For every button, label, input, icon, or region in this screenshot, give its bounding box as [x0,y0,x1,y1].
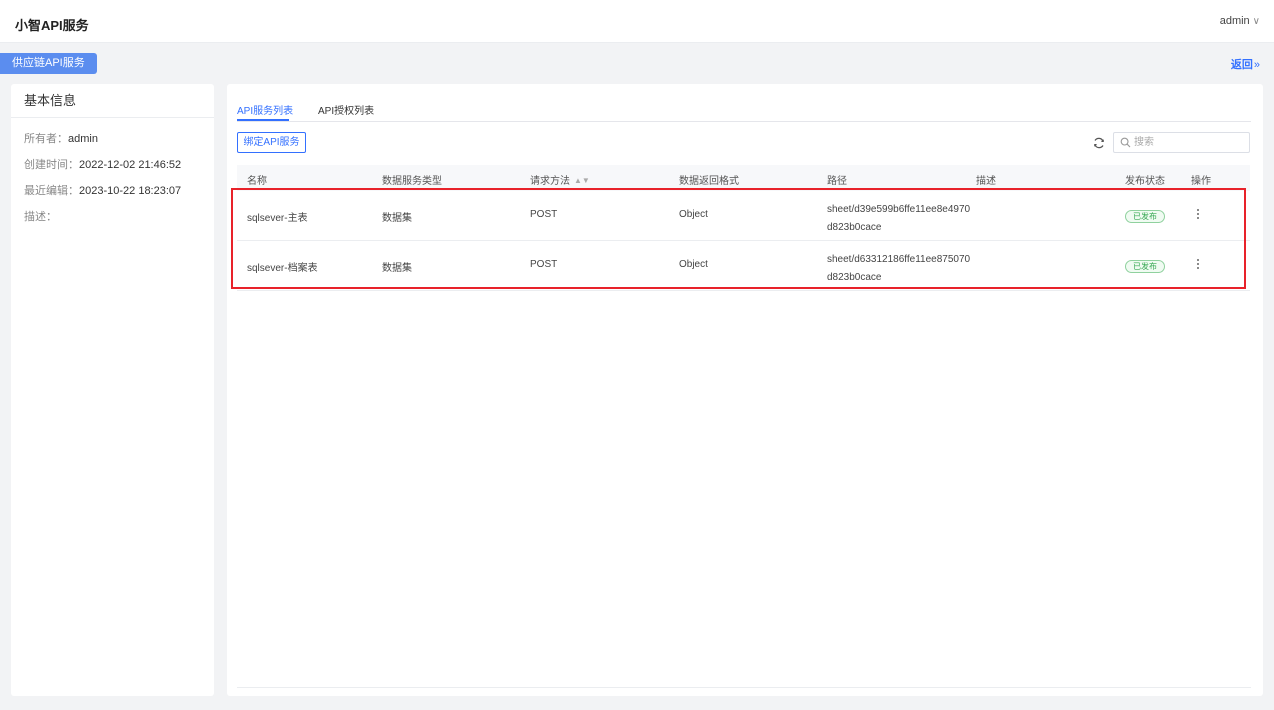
cell-format: Object [679,259,708,270]
tab-bar: API服务列表 API授权列表 [237,84,1251,122]
search-icon [1120,137,1131,148]
th-desc: 描述 [976,176,996,187]
basic-info-panel: 基本信息 所有者：admin 创建时间：2022-12-02 21:46:52 … [11,84,214,696]
info-row-owner: 所有者：admin [24,130,201,156]
info-row-created: 创建时间：2022-12-02 21:46:52 [24,156,201,182]
back-link[interactable]: 返回» [1231,56,1260,72]
top-bar: 小智API服务 admin ∨ [0,0,1274,43]
search-input[interactable] [1134,135,1244,150]
search-box[interactable] [1113,132,1250,153]
active-tab-indicator [237,119,289,121]
info-key: 描述： [24,211,57,223]
path-line: sheet/d63312186ffe11ee875070 [827,254,971,265]
th-path: 路径 [827,176,847,187]
path-line: d823b0cace [827,272,882,283]
table-row[interactable]: sqlsever-主表 数据集 POST Object sheet/d39e59… [237,191,1250,241]
th-method-label: 请求方法 [530,176,570,187]
more-vertical-icon[interactable] [1195,258,1201,272]
cell-method: POST [530,209,558,220]
api-service-table: 名称 数据服务类型 请求方法 ▲▼ 数据返回格式 路径 描述 发布状态 操作 sq… [237,165,1250,291]
info-key: 所有者： [24,133,68,145]
info-row-edited: 最近编辑：2023-10-22 18:23:07 [24,182,201,208]
th-method[interactable]: 请求方法 ▲▼ [530,172,590,187]
service-tag[interactable]: 供应链API服务 [0,53,97,74]
info-row-description: 描述： [24,208,201,234]
cell-type: 数据集 [382,213,412,224]
user-menu[interactable]: admin ∨ [1220,15,1260,27]
path-line: sheet/d39e599b6ffe11ee8e4970 [827,204,971,215]
th-status: 发布状态 [1125,176,1165,187]
user-name: admin [1219,15,1250,27]
double-chevron-right-icon: » [1253,59,1260,71]
more-vertical-icon[interactable] [1195,208,1201,222]
table-bottom-divider [237,687,1251,688]
table-row[interactable]: sqlsever-档案表 数据集 POST Object sheet/d6331… [237,241,1250,291]
info-value: 2023-10-22 18:23:07 [79,185,182,197]
th-type: 数据服务类型 [382,176,442,187]
tab-api-auth-list[interactable]: API授权列表 [318,102,374,117]
th-name: 名称 [247,176,267,187]
app-title: 小智API服务 [15,18,89,33]
chevron-down-icon: ∨ [1252,16,1260,27]
th-action: 操作 [1191,176,1211,187]
refresh-icon[interactable] [1092,136,1106,150]
table-header: 名称 数据服务类型 请求方法 ▲▼ 数据返回格式 路径 描述 发布状态 操作 [237,165,1250,191]
info-value: 2022-12-02 21:46:52 [79,159,182,171]
cell-type: 数据集 [382,263,412,274]
bind-api-service-button[interactable]: 绑定API服务 [237,132,306,153]
sort-icon[interactable]: ▲▼ [574,176,590,185]
cell-name: sqlsever-档案表 [247,263,318,274]
back-label: 返回 [1230,59,1253,71]
info-list: 所有者：admin 创建时间：2022-12-02 21:46:52 最近编辑：… [11,118,214,234]
th-format: 数据返回格式 [679,176,739,187]
info-key: 创建时间： [24,159,79,171]
cell-format: Object [679,209,708,220]
basic-info-title: 基本信息 [11,84,214,118]
info-key: 最近编辑： [24,185,79,197]
status-badge: 已发布 [1125,260,1165,273]
cell-method: POST [530,259,558,270]
status-badge: 已发布 [1125,210,1165,223]
path-line: d823b0cace [827,222,882,233]
cell-name: sqlsever-主表 [247,213,308,224]
info-value: admin [68,133,98,145]
main-panel: API服务列表 API授权列表 绑定API服务 名称 数据服务类型 请求方法 ▲▼… [227,84,1263,696]
cell-path: sheet/d63312186ffe11ee875070 d823b0cace [827,251,970,287]
tab-api-service-list[interactable]: API服务列表 [237,102,293,117]
cell-path: sheet/d39e599b6ffe11ee8e4970 d823b0cace [827,201,970,237]
